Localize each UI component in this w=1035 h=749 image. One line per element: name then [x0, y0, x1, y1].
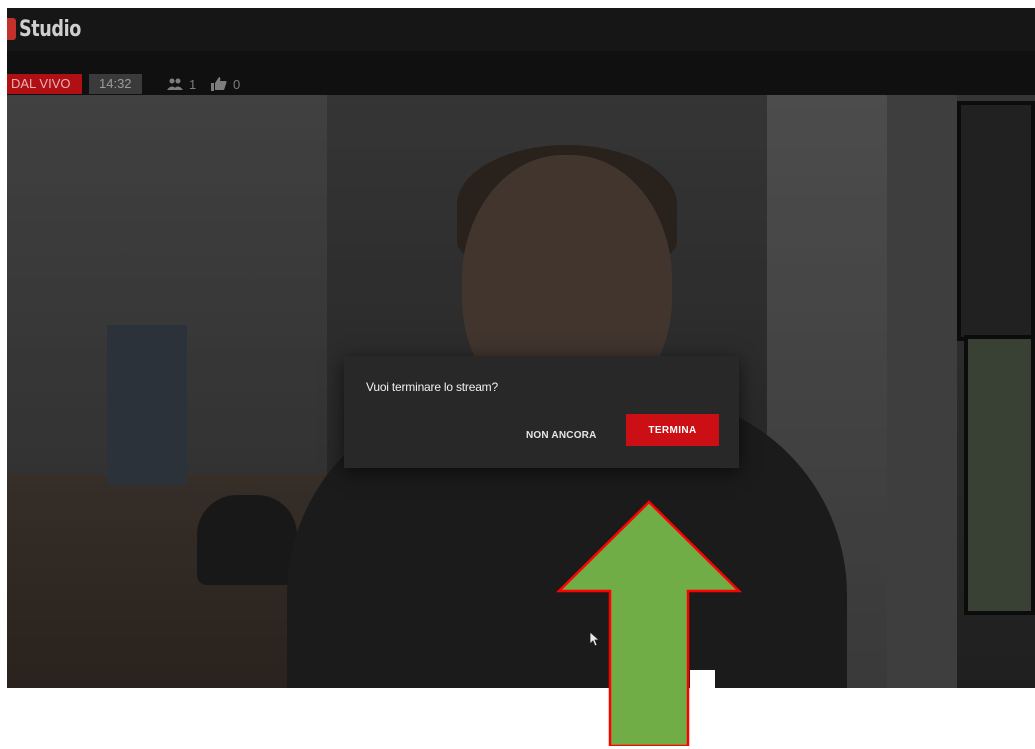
arrow-up-icon	[556, 500, 742, 746]
studio-logo[interactable]: Studio	[7, 16, 96, 42]
app-name: Studio	[19, 16, 81, 42]
dialog-title: Vuoi terminare lo stream?	[366, 380, 498, 394]
thumbs-up-icon	[211, 77, 227, 91]
live-badge: DAL VIVO	[7, 74, 83, 94]
end-stream-button[interactable]: TERMINA	[626, 414, 719, 446]
likes-count: 0	[233, 76, 241, 92]
viewers-count: 1	[189, 76, 197, 92]
studio-window: Studio DAL VIVO 14:32 1 0	[7, 8, 1035, 688]
not-yet-button[interactable]: NON ANCORA	[520, 424, 603, 448]
end-stream-dialog: Vuoi terminare lo stream? NON ANCORA TER…	[344, 356, 739, 468]
youtube-logo-icon	[7, 18, 16, 40]
stream-status-bar: DAL VIVO 14:32 1 0	[7, 51, 1035, 95]
top-bar: Studio	[7, 8, 1035, 51]
viewers-stat: 1	[167, 74, 196, 94]
stream-time: 14:32	[89, 74, 142, 94]
viewers-icon	[167, 78, 183, 90]
likes-stat: 0	[211, 74, 240, 94]
